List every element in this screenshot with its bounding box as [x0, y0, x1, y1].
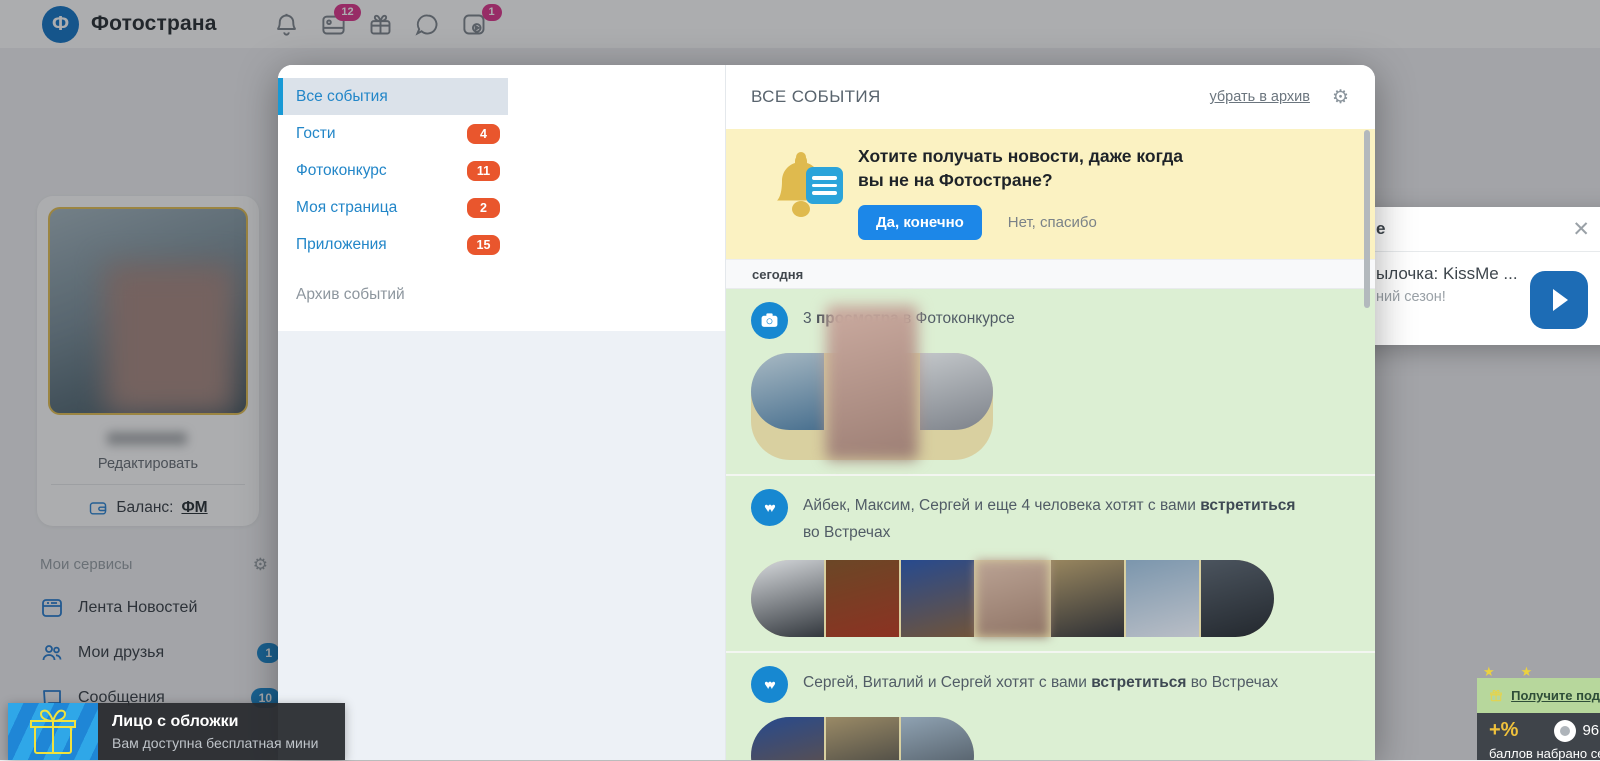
- events-menu-column: Все события Гости 4 Фотоконкурс 11 Моя с…: [278, 65, 725, 760]
- event-item-meet-requests[interactable]: ♥♥ Сергей, Виталий и Сергей хотят с вами…: [726, 651, 1375, 760]
- menu-badge: 11: [467, 161, 500, 181]
- archive-all-link[interactable]: убрать в архив: [1209, 89, 1310, 105]
- game-title: ылочка: KissMe ...: [1376, 264, 1518, 284]
- camera-icon: [751, 302, 788, 339]
- photo-thumbnail[interactable]: [976, 560, 1049, 637]
- photo-thumbnail[interactable]: [751, 560, 824, 637]
- toast-subtitle: Вам доступна бесплатная мини: [112, 735, 333, 751]
- gift-promo-image: [8, 703, 98, 760]
- push-subscribe-banner: Хотите получать новости, даже когда вы н…: [726, 129, 1375, 259]
- hearts-icon: ♥♥: [751, 489, 788, 526]
- games-panel-title: е: [1376, 219, 1385, 239]
- events-modal: Все события Гости 4 Фотоконкурс 11 Моя с…: [278, 65, 1375, 760]
- photo-thumbnail[interactable]: [751, 717, 824, 760]
- close-icon[interactable]: ✕: [1572, 217, 1590, 242]
- event-text: Сергей, Виталий и Сергей хотят с вами вс…: [803, 666, 1278, 696]
- subscribe-yes-button[interactable]: Да, конечно: [858, 205, 982, 240]
- photo-thumbnail[interactable]: [751, 353, 824, 430]
- events-title: ВСЕ СОБЫТИЯ: [751, 87, 881, 107]
- event-photos[interactable]: [751, 560, 1274, 637]
- photo-thumbnail[interactable]: [1126, 560, 1199, 637]
- bell-notification-icon: [766, 145, 848, 240]
- bonus-widget: ★★ Получите под +% 96 баллов набрано се: [1477, 668, 1600, 760]
- get-gift-link[interactable]: Получите под: [1511, 688, 1600, 703]
- gift-icon: [1489, 684, 1503, 708]
- events-list-column: ВСЕ СОБЫТИЯ убрать в архив ⚙ Хотите полу…: [725, 65, 1375, 760]
- photo-thumbnail[interactable]: [901, 717, 974, 760]
- menu-badge: 15: [467, 235, 500, 255]
- menu-item-my-page[interactable]: Моя страница 2: [278, 189, 508, 226]
- menu-label: Моя страница: [296, 199, 397, 217]
- bonus-percent: +%: [1489, 719, 1518, 742]
- stars-decoration: ★★: [1483, 664, 1558, 680]
- toast-title: Лицо с обложки: [112, 713, 333, 731]
- subscribe-no-button[interactable]: Нет, спасибо: [1008, 214, 1097, 231]
- hearts-icon: ♥♥: [751, 666, 788, 703]
- scrollbar-thumb[interactable]: [1364, 130, 1370, 308]
- coin-icon: [1554, 720, 1576, 742]
- points-caption: баллов набрано се: [1489, 746, 1600, 761]
- day-divider: сегодня: [726, 259, 1375, 289]
- banner-title-line1: Хотите получать новости, даже когда: [858, 145, 1183, 169]
- points-value: 96: [1582, 722, 1599, 739]
- news-list-icon: [806, 167, 843, 204]
- promo-toast[interactable]: Лицо с обложки Вам доступна бесплатная м…: [8, 703, 345, 760]
- events-settings-gear-icon[interactable]: ⚙: [1332, 88, 1349, 107]
- menu-item-photocontest[interactable]: Фотоконкурс 11: [278, 152, 508, 189]
- event-photos[interactable]: [751, 717, 974, 760]
- photo-thumbnail[interactable]: [920, 353, 993, 430]
- photo-thumbnail[interactable]: [826, 305, 918, 460]
- event-text: Айбек, Максим, Сергей и еще 4 человека х…: [803, 489, 1308, 546]
- menu-label: Архив событий: [296, 286, 405, 304]
- photo-thumbnail[interactable]: [1051, 560, 1124, 637]
- menu-badge: 4: [467, 124, 500, 144]
- photo-thumbnail[interactable]: [826, 560, 899, 637]
- menu-item-apps[interactable]: Приложения 15: [278, 226, 508, 263]
- banner-title-line2: вы не на Фотостране?: [858, 169, 1183, 193]
- photo-thumbnail[interactable]: [1201, 560, 1274, 637]
- play-button[interactable]: [1530, 271, 1588, 329]
- menu-label: Гости: [296, 125, 335, 143]
- menu-label: Все события: [296, 88, 388, 106]
- menu-label: Фотоконкурс: [296, 162, 387, 180]
- menu-item-archive[interactable]: Архив событий: [278, 276, 508, 313]
- event-photos[interactable]: [751, 353, 993, 460]
- photo-thumbnail[interactable]: [901, 560, 974, 637]
- event-item-photocontest-views[interactable]: 3 просмотра в Фотоконкурсе: [726, 289, 1375, 474]
- menu-item-guests[interactable]: Гости 4: [278, 115, 508, 152]
- photo-thumbnail[interactable]: [826, 717, 899, 760]
- menu-item-all-events[interactable]: Все события: [278, 78, 508, 115]
- event-item-meet-requests[interactable]: ♥♥ Айбек, Максим, Сергей и еще 4 человек…: [726, 474, 1375, 651]
- game-subtitle: ний сезон!: [1376, 289, 1518, 305]
- menu-badge: 2: [467, 198, 500, 218]
- menu-label: Приложения: [296, 236, 387, 254]
